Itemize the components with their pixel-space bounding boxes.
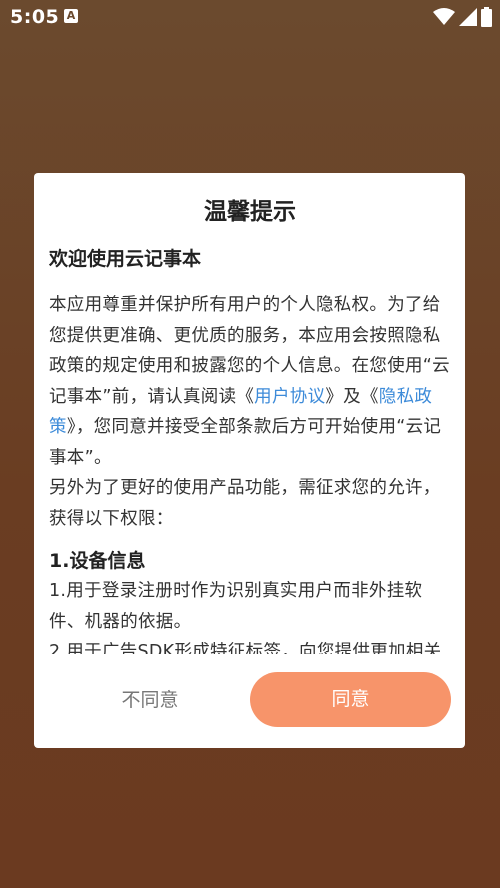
status-bar: 5:05 A — [0, 0, 500, 34]
privacy-text-part2: 》及《 — [325, 386, 379, 407]
dialog-title: 温馨提示 — [204, 199, 296, 225]
status-time: 5:05 — [10, 6, 60, 28]
device-info-item-1: 1.用于登录注册时作为识别真实用户而非外挂软件、机器的依据。 — [49, 581, 423, 632]
dialog-content: 欢迎使用云记事本 本应用尊重并保护所有用户的个人隐私权。为了给您提供更准确、更优… — [49, 238, 453, 654]
agree-button[interactable]: 同意 — [250, 672, 451, 727]
dialog-scroll-area[interactable]: 欢迎使用云记事本 本应用尊重并保护所有用户的个人隐私权。为了给您提供更准确、更优… — [34, 238, 465, 654]
device-info-item-2: 2.用于广告SDK形成特征标签，向您提供更加相关的广告内容。 — [49, 642, 442, 654]
device-info-heading: 1.设备信息 — [49, 550, 146, 572]
battery-icon — [481, 7, 492, 27]
user-agreement-link[interactable]: 用户协议 — [254, 387, 325, 407]
notification-a-icon: A — [64, 9, 78, 23]
welcome-heading: 欢迎使用云记事本 — [49, 248, 202, 270]
disagree-button[interactable]: 不同意 — [50, 673, 250, 727]
privacy-text-part3: 》，您同意并接受全部条款后方可开始使用“云记事本”。 — [49, 417, 442, 468]
signal-icon — [459, 8, 477, 26]
wifi-icon — [433, 8, 455, 26]
status-icons — [433, 6, 492, 28]
permission-intro: 另外为了更好的使用产品功能，需征求您的允许，获得以下权限： — [49, 478, 441, 529]
privacy-paragraph: 本应用尊重并保护所有用户的个人隐私权。为了给您提供更准确、更优质的服务，本应用会… — [49, 290, 453, 473]
